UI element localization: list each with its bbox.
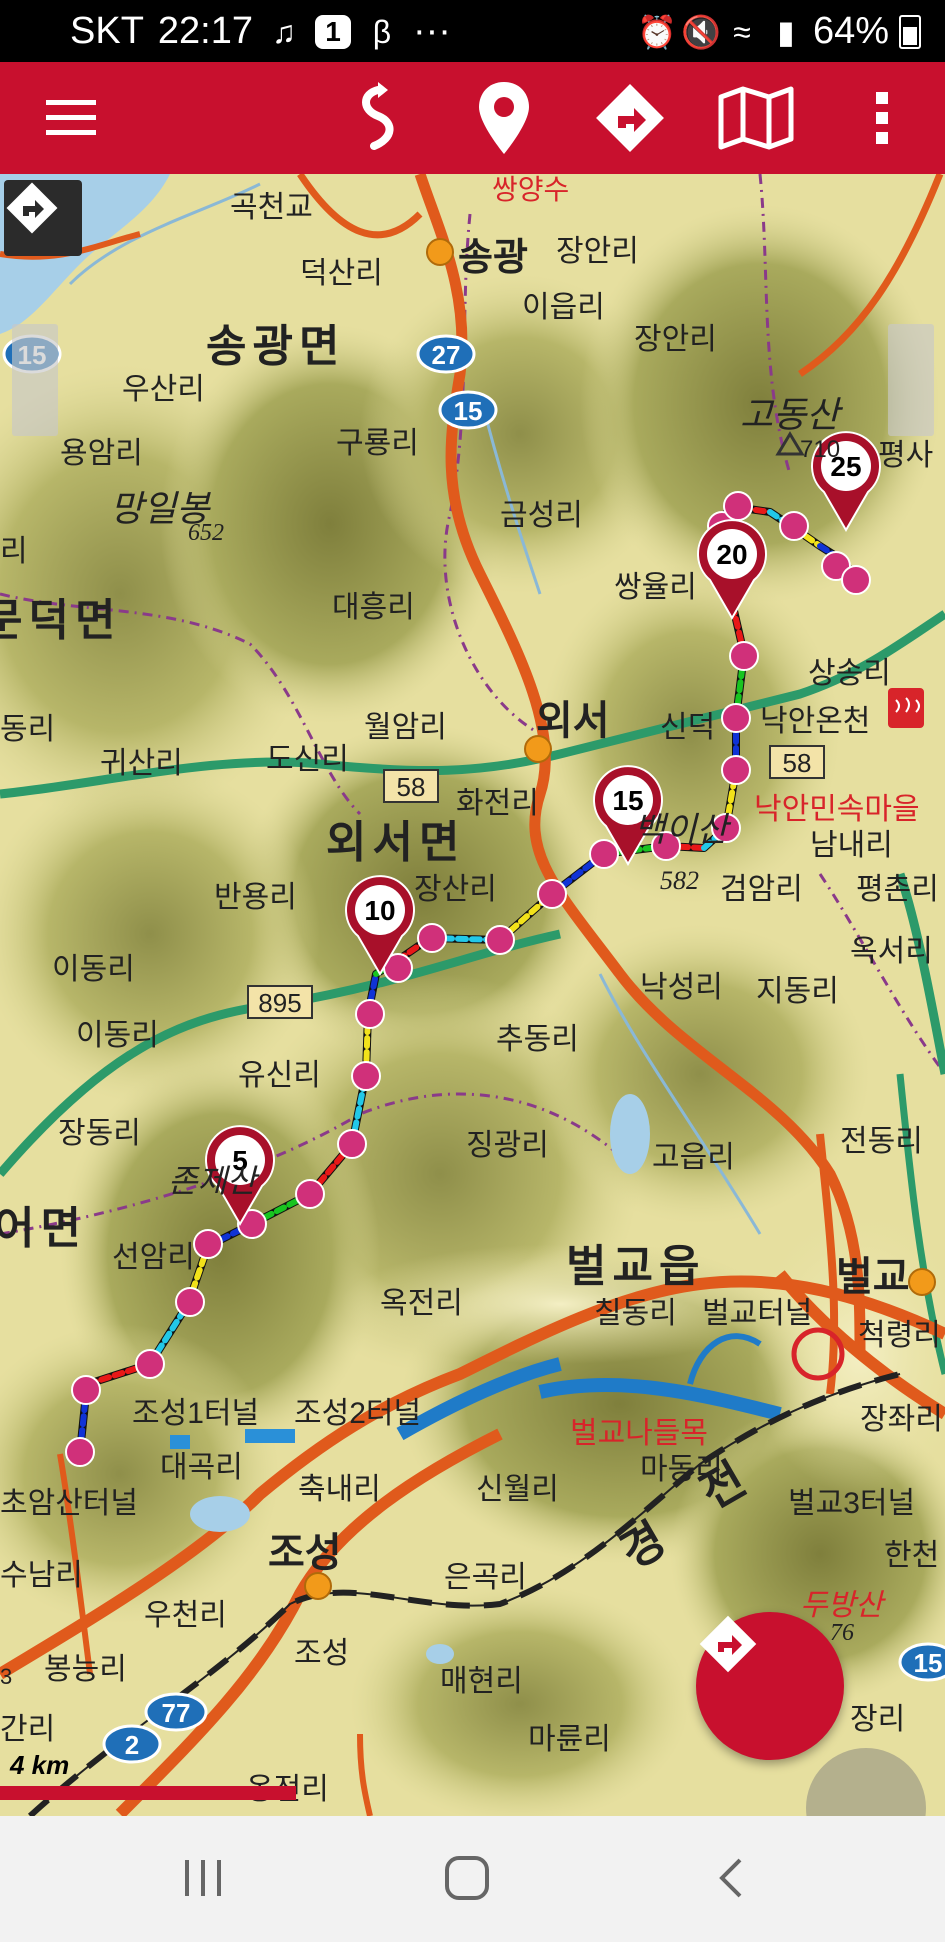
status-bar: SKT 22:17 ♫ 1 β ··· ⏰ 🔇 ≈ ▮ 64%: [0, 0, 945, 62]
route-button[interactable]: [336, 76, 420, 160]
signal-icon: ▮: [777, 13, 795, 50]
route-icon: [362, 82, 394, 150]
hot-spring-icon: [888, 688, 924, 728]
road-shield-local: 58: [383, 769, 439, 803]
right-drawer-handle[interactable]: [888, 324, 934, 436]
road-shield-national: 2: [102, 1724, 162, 1764]
mute-icon: 🔇: [680, 13, 721, 50]
map-icon: [718, 86, 794, 150]
notification-badge: 1: [315, 14, 351, 49]
b-app-icon: β: [372, 13, 392, 50]
scale-label: 4 km: [10, 1750, 70, 1780]
recent-apps-button[interactable]: [158, 1848, 248, 1908]
road-shield-local: 895: [247, 985, 313, 1019]
status-right: ⏰ 🔇 ≈ ▮ 64%: [637, 10, 921, 53]
more-notifications: ···: [413, 10, 451, 52]
shield-number: 58: [397, 772, 426, 802]
battery-percent: 64%: [812, 10, 889, 52]
shield-number: 15: [454, 396, 483, 426]
road-shields-layer: 15 27 15 58 58 895 77 2: [2, 334, 945, 1764]
system-nav-bar: [0, 1816, 945, 1942]
directions-button[interactable]: [588, 76, 672, 160]
left-drawer-handle[interactable]: [12, 324, 58, 436]
menu-icon: [46, 100, 96, 135]
home-button[interactable]: [422, 1848, 512, 1908]
menu-button[interactable]: [30, 76, 114, 160]
map-directions-button[interactable]: [4, 180, 82, 256]
carrier-label: SKT: [70, 10, 144, 52]
notification-app-icon: ♫: [272, 13, 296, 50]
road-shield-national: 27: [416, 334, 476, 374]
shield-number: 2: [125, 1730, 139, 1760]
directions-icon: [699, 1615, 757, 1673]
location-pin-icon: [479, 82, 529, 154]
shield-number: 895: [258, 988, 301, 1018]
shield-number: 15: [914, 1648, 943, 1678]
home-icon: [445, 1856, 489, 1900]
shield-number: 58: [783, 748, 812, 778]
app-toolbar: [0, 62, 945, 174]
back-icon: [719, 1858, 742, 1898]
map-layers-button[interactable]: [714, 76, 798, 160]
road-shield-national: 15: [438, 390, 498, 430]
navigate-fab-button[interactable]: [696, 1612, 844, 1760]
back-button[interactable]: [686, 1848, 776, 1908]
shield-number: 27: [432, 340, 461, 370]
battery-icon: [899, 14, 921, 49]
alarm-icon: ⏰: [636, 13, 677, 50]
recent-apps-icon: [185, 1860, 221, 1896]
directions-icon: [6, 182, 58, 234]
more-options-button[interactable]: [840, 76, 924, 160]
wifi-icon: ≈: [733, 13, 751, 50]
road-shield-local: 58: [769, 745, 825, 779]
status-left: SKT 22:17 ♫ 1 β ···: [70, 10, 451, 53]
more-vert-icon: [876, 92, 888, 144]
road-shield-national: 15: [898, 1642, 945, 1682]
shield-number: 77: [162, 1698, 191, 1728]
clock: 22:17: [157, 10, 253, 52]
directions-icon: [596, 84, 664, 152]
scale-bar: [0, 1786, 296, 1800]
location-pin-button[interactable]: [462, 76, 546, 160]
topo-map[interactable]: 5 10 15 20 25 쌍양수 곡천교 송광 장안리 덕산리 이읍리 송광면 장안리…: [0, 174, 945, 1816]
road-shield-national: 77: [144, 1692, 208, 1732]
